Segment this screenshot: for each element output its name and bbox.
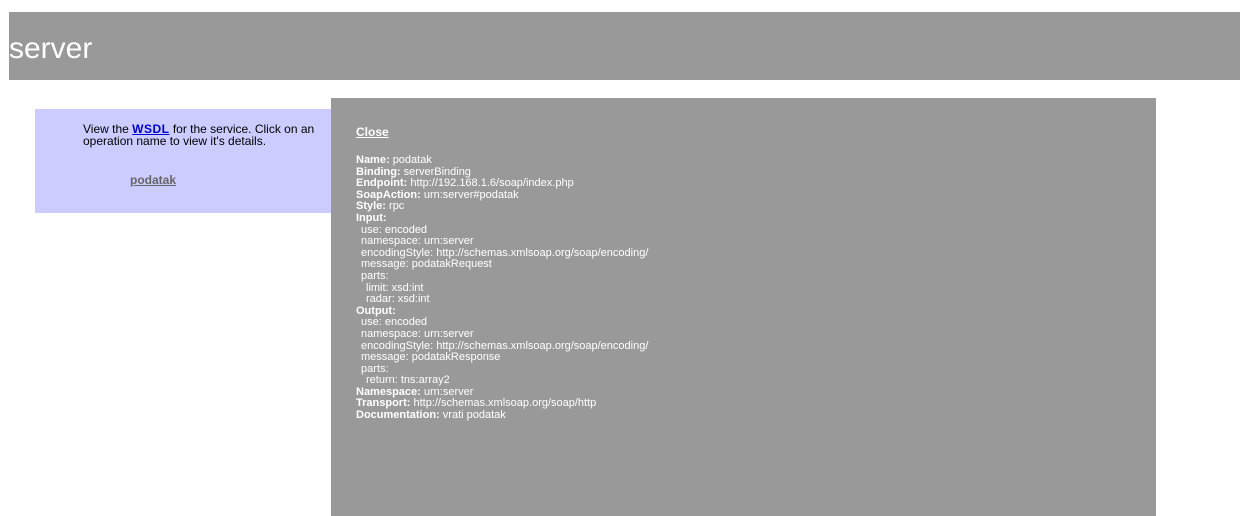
name-label: Name: bbox=[356, 154, 390, 166]
input-part-radar: radar: xsd:int bbox=[366, 293, 430, 306]
details-content: Close Name: podatak Binding: serverBindi… bbox=[356, 125, 648, 422]
input-label: Input: bbox=[356, 211, 387, 224]
input-namespace: namespace: urn:server bbox=[361, 235, 474, 248]
output-namespace: namespace: urn:server bbox=[361, 327, 474, 340]
operations-nav: View the WSDL for the service. Click on … bbox=[35, 109, 332, 213]
name-value: podatak bbox=[392, 154, 432, 166]
style-row: Style: rpc bbox=[356, 201, 648, 213]
namespace-label: Namespace: bbox=[356, 385, 421, 398]
documentation-label: Documentation: bbox=[356, 409, 440, 422]
binding-label: Binding: bbox=[356, 165, 401, 178]
soapaction-label: SoapAction: bbox=[356, 188, 421, 201]
namespace-value: urn:server bbox=[423, 385, 474, 398]
nav-intro: View the WSDL for the service. Click on … bbox=[83, 123, 329, 147]
soapaction-value: urn:server#podatak bbox=[423, 188, 519, 201]
documentation-row: Documentation: vrati podatak bbox=[356, 409, 648, 422]
operation-link-podatak[interactable]: podatak bbox=[130, 173, 176, 187]
close-link[interactable]: Close bbox=[356, 125, 648, 139]
page-title: server bbox=[9, 32, 93, 65]
input-message: message: podatakRequest bbox=[361, 258, 492, 271]
documentation-value: vrati podatak bbox=[442, 409, 506, 422]
output-label: Output: bbox=[356, 304, 396, 317]
endpoint-value: http://192.168.1.6/soap/index.php bbox=[410, 177, 574, 190]
binding-value: serverBinding bbox=[403, 165, 471, 178]
style-value: rpc bbox=[389, 200, 405, 213]
output-message: message: podatakResponse bbox=[361, 351, 501, 364]
transport-label: Transport: bbox=[356, 397, 411, 410]
endpoint-label: Endpoint: bbox=[356, 177, 408, 190]
title-bar: server bbox=[9, 12, 1240, 80]
style-label: Style: bbox=[356, 200, 386, 213]
operation-details-panel: Close Name: podatak Binding: serverBindi… bbox=[331, 98, 1156, 516]
transport-value: http://schemas.xmlsoap.org/soap/http bbox=[413, 397, 597, 410]
input-parts-label: parts: bbox=[361, 269, 389, 282]
page: server View the WSDL for the service. Cl… bbox=[0, 0, 1240, 516]
input-row: Input: bbox=[356, 211, 648, 225]
